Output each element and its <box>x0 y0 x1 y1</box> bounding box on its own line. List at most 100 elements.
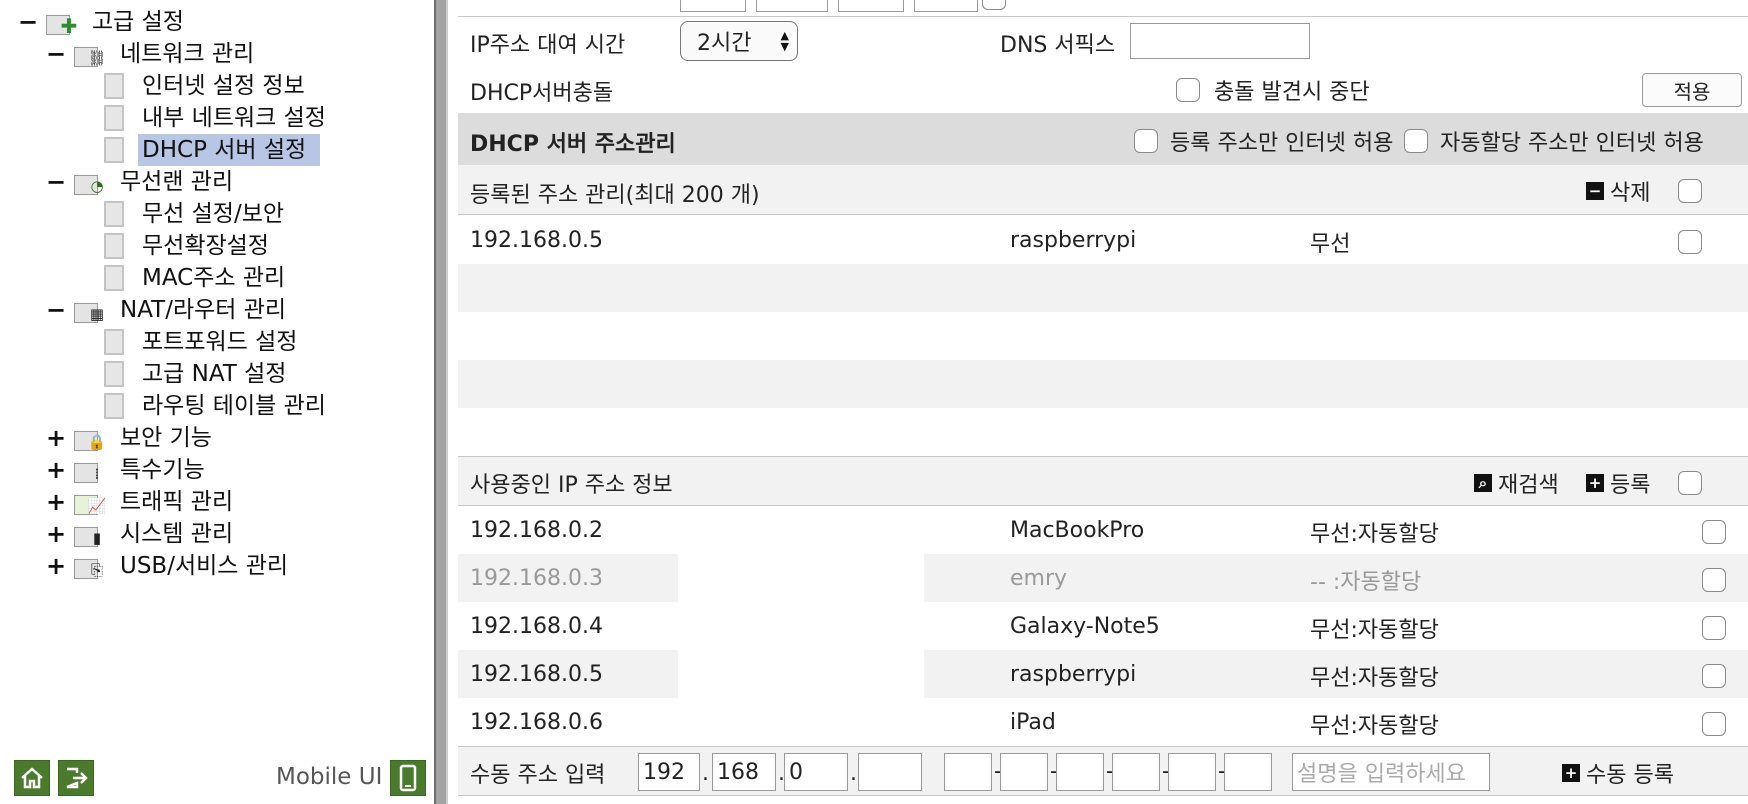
lock-folder-icon: 🔒 <box>74 425 110 451</box>
ip-octet-1-input[interactable]: 192 <box>638 753 700 791</box>
auto-only-checkbox[interactable] <box>1404 129 1428 153</box>
in-use-select-all-checkbox[interactable] <box>1678 471 1702 495</box>
dns-suffix-input[interactable] <box>1130 23 1310 59</box>
rescan-action[interactable]: ⌕ 재검색 <box>1474 467 1559 499</box>
tree-node-usb[interactable]: + ⎘ USB/서비스 관리 <box>46 550 294 582</box>
partial-checkbox[interactable] <box>982 0 1006 10</box>
apply-button[interactable]: 적용 <box>1642 73 1742 107</box>
name-cell: iPad <box>1010 710 1056 735</box>
tree-node-wireless[interactable]: − ◔ 무선랜 관리 <box>46 166 239 198</box>
lease-time-select[interactable]: 2시간 ▲ ▼ <box>680 21 798 61</box>
ip-cell: 192.168.0.6 <box>470 710 603 735</box>
tree-node-security[interactable]: + 🔒 보안 기능 <box>46 422 218 454</box>
tree-leaf-port-forward[interactable]: 포트포워드 설정 <box>104 326 311 358</box>
mac-octet-4-input[interactable] <box>1112 753 1160 791</box>
tree-leaf-label: 포트포워드 설정 <box>142 329 298 355</box>
table-row[interactable]: 192.168.0.5 raspberrypi 무선:자동할당 <box>458 650 1748 698</box>
dot-separator: . <box>702 761 709 786</box>
registered-only-label: 등록 주소만 인터넷 허용 <box>1170 131 1394 156</box>
mobile-icon[interactable] <box>390 760 426 796</box>
home-icon[interactable] <box>14 760 50 796</box>
tree-leaf-label: 라우팅 테이블 관리 <box>142 393 326 419</box>
tree-root-label: 고급 설정 <box>92 9 184 35</box>
table-row[interactable]: 192.168.0.5 raspberrypi 무선 <box>458 216 1748 264</box>
row-checkbox[interactable] <box>1702 616 1726 640</box>
manual-entry-label: 수동 주소 입력 <box>470 763 606 788</box>
expand-toggle[interactable]: + <box>46 490 66 514</box>
tree-node-system[interactable]: + ▮ 시스템 관리 <box>46 518 239 550</box>
tree-leaf-advanced-nat[interactable]: 고급 NAT 설정 <box>104 358 300 390</box>
mac-octet-3-input[interactable] <box>1056 753 1104 791</box>
tree-leaf-internet-info[interactable]: 인터넷 설정 정보 <box>104 70 319 102</box>
tree-node-network[interactable]: − ⛓ 네트워크 관리 <box>46 38 260 70</box>
page-icon <box>104 137 124 163</box>
registered-only-checkbox[interactable] <box>1134 129 1158 153</box>
row-checkbox[interactable] <box>1702 712 1726 736</box>
collapse-toggle[interactable]: − <box>18 10 38 34</box>
tree-leaf-mac-mgmt[interactable]: MAC주소 관리 <box>104 262 299 294</box>
row-checkbox[interactable] <box>1702 664 1726 688</box>
mac-octet-1-input[interactable] <box>944 753 992 791</box>
collapse-toggle[interactable]: − <box>46 298 66 322</box>
mac-octet-2-input[interactable] <box>1000 753 1048 791</box>
name-cell: Galaxy-Note5 <box>1010 614 1160 639</box>
logout-icon[interactable] <box>58 760 94 796</box>
expand-toggle[interactable]: + <box>46 554 66 578</box>
ip-octet-field[interactable] <box>838 0 904 12</box>
collapse-toggle[interactable]: − <box>46 42 66 66</box>
row-checkbox[interactable] <box>1678 230 1702 254</box>
delete-action[interactable]: − 삭제 <box>1586 175 1650 207</box>
pane-splitter[interactable] <box>434 0 448 804</box>
tree-leaf-wireless-security[interactable]: 무선 설정/보안 <box>104 198 298 230</box>
register-label: 등록 <box>1610 473 1651 498</box>
page-icon <box>104 361 124 387</box>
registered-select-all-checkbox[interactable] <box>1678 179 1702 203</box>
ip-octet-field[interactable] <box>756 0 828 12</box>
tree-leaf-label: DHCP 서버 설정 <box>138 134 321 166</box>
wireless-folder-icon: ◔ <box>74 169 110 195</box>
table-row[interactable]: 192.168.0.6 iPad 무선:자동할당 <box>458 698 1748 746</box>
top-partial-row <box>458 0 1748 16</box>
search-icon: ⌕ <box>1474 474 1492 492</box>
navigation-tree: − ✚ 고급 설정 − ⛓ 네트워크 관리 인터넷 설정 정보 내부 네트워크 … <box>0 0 434 804</box>
router-folder-icon: ▦ <box>74 297 110 323</box>
ip-octet-field[interactable] <box>680 0 746 12</box>
tree-node-label: 트래픽 관리 <box>120 489 234 515</box>
tree-leaf-wireless-extend[interactable]: 무선확장설정 <box>104 230 283 262</box>
tree-node-nat[interactable]: − ▦ NAT/라우터 관리 <box>46 294 292 326</box>
tree-node-label: 특수기능 <box>120 457 205 483</box>
ip-cell: 192.168.0.4 <box>470 614 603 639</box>
collapse-toggle[interactable]: − <box>46 170 66 194</box>
ip-octet-3-input[interactable]: 0 <box>784 753 848 791</box>
tree-leaf-routing-table[interactable]: 라우팅 테이블 관리 <box>104 390 340 422</box>
table-row[interactable]: 192.168.0.4 Galaxy-Note5 무선:자동할당 <box>458 602 1748 650</box>
ip-octet-2-input[interactable]: 168 <box>712 753 776 791</box>
tree-node-special[interactable]: + ⁞ 특수기능 <box>46 454 211 486</box>
mac-octet-6-input[interactable] <box>1224 753 1272 791</box>
manual-register-action[interactable]: + 수동 등록 <box>1562 757 1674 789</box>
select-arrows-icon: ▲ ▼ <box>780 29 789 53</box>
tree-root[interactable]: − ✚ 고급 설정 <box>18 6 190 38</box>
register-action[interactable]: + 등록 <box>1586 467 1650 499</box>
registered-title: 등록된 주소 관리(최대 200 개) <box>470 183 760 208</box>
ip-octet-field[interactable] <box>914 0 978 12</box>
expand-toggle[interactable]: + <box>46 522 66 546</box>
ip-cell: 192.168.0.5 <box>470 228 603 253</box>
table-row[interactable]: 192.168.0.2 MacBookPro 무선:자동할당 <box>458 506 1748 554</box>
conflict-stop-checkbox[interactable] <box>1176 78 1200 102</box>
tree-leaf-lan-settings[interactable]: 내부 네트워크 설정 <box>104 102 340 134</box>
auto-only-label: 자동할당 주소만 인터넷 허용 <box>1440 131 1704 156</box>
usb-folder-icon: ⎘ <box>74 553 110 579</box>
tree-node-traffic[interactable]: + 📈 트래픽 관리 <box>46 486 239 518</box>
ip-octet-4-input[interactable] <box>858 753 922 791</box>
row-checkbox[interactable] <box>1702 568 1726 592</box>
row-checkbox[interactable] <box>1702 520 1726 544</box>
expand-toggle[interactable]: + <box>46 458 66 482</box>
table-row[interactable]: 192.168.0.3 emry -- :자동할당 <box>458 554 1748 602</box>
tree-leaf-dhcp-settings[interactable]: DHCP 서버 설정 <box>104 134 321 166</box>
type-cell: 무선 <box>1310 232 1351 257</box>
mac-octet-5-input[interactable] <box>1168 753 1216 791</box>
expand-toggle[interactable]: + <box>46 426 66 450</box>
mobile-ui-label[interactable]: Mobile UI <box>276 764 382 790</box>
description-input[interactable]: 설명을 입력하세요 <box>1292 753 1490 791</box>
